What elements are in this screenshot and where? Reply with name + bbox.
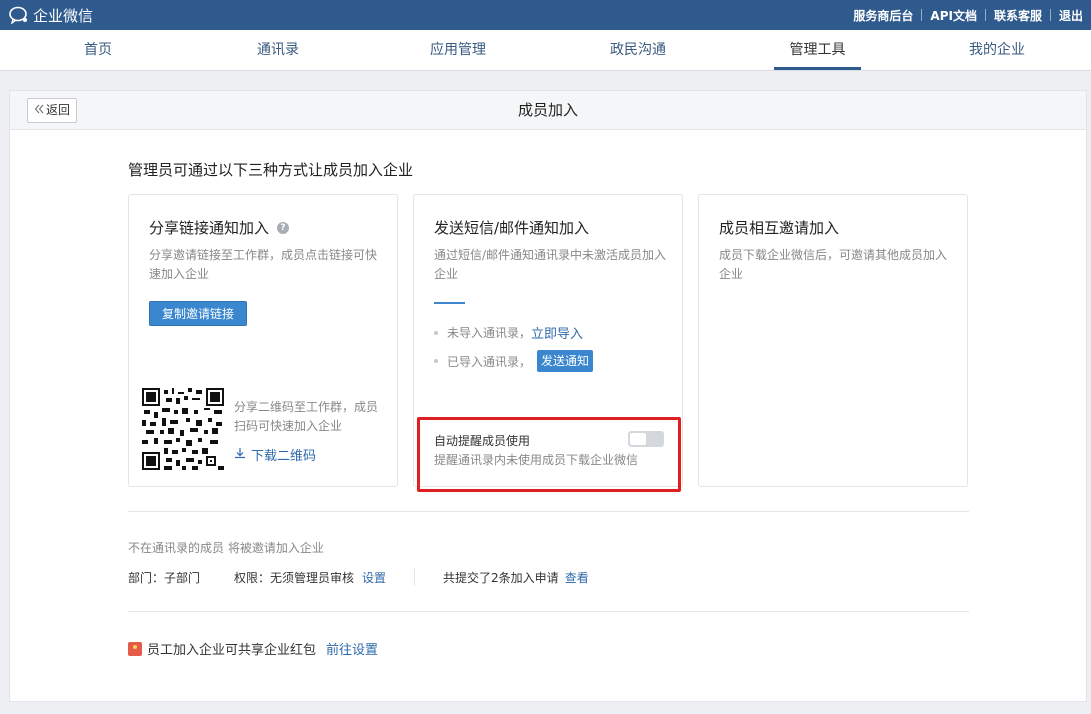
tab-management-tools[interactable]: 管理工具 [774, 30, 861, 70]
share-card-title: 分享链接通知加入 ? [149, 217, 290, 238]
red-packet-text: 员工加入企业可共享企业红包 [147, 643, 317, 658]
invite-card-title: 成员相互邀请加入 [719, 219, 840, 237]
imported-row: 已导入通讯录， 发送通知 [434, 350, 594, 372]
not-imported-text: 未导入通讯录， [447, 326, 532, 340]
tab-my-company[interactable]: 我的企业 [952, 30, 1042, 70]
sms-card-title: 发送短信/邮件通知加入 [434, 219, 590, 237]
contact-support-link[interactable]: 联系客服 [986, 7, 1050, 24]
import-now-link[interactable]: 立即导入 [531, 323, 583, 342]
back-label: 返回 [46, 103, 71, 117]
join-settings-row: 部门：子部门 权限：无须管理员审核 设置 共提交了2条加入申请 查看 [128, 568, 589, 586]
divider [128, 511, 969, 512]
red-packet-icon [128, 641, 142, 656]
permission-settings-link[interactable]: 设置 [362, 569, 386, 586]
department-text: 部门：子部门 [128, 570, 201, 585]
tab-contacts[interactable]: 通讯录 [233, 30, 323, 70]
red-packet-row: 员工加入企业可共享企业红包 前往设置 [128, 639, 378, 658]
invite-note: 不在通讯录的成员 将被邀请加入企业 [128, 541, 324, 555]
view-applications-link[interactable]: 查看 [565, 569, 589, 586]
applications-text: 共提交了2条加入申请 [443, 570, 559, 585]
mutual-invite-card: 成员相互邀请加入 成员下载企业微信后，可邀请其他成员加入企业 [698, 194, 968, 487]
separator [414, 568, 416, 586]
back-button[interactable]: 返回 [27, 98, 78, 123]
bullet-icon [434, 359, 438, 363]
member-join-panel: 成员加入 返回 管理员可通过以下三种方式让成员加入企业 分享链接通知加入 ? 分… [9, 90, 1087, 702]
intro-text: 管理员可通过以下三种方式让成员加入企业 [128, 161, 414, 179]
top-bar: 企业微信 服务商后台 API文档 联系客服 退出 [0, 0, 1091, 30]
top-links: 服务商后台 API文档 联系客服 退出 [845, 0, 1091, 30]
share-link-card: 分享链接通知加入 ? 分享邀请链接至工作群，成员点击链接可快速加入企业 复制邀请… [128, 194, 398, 487]
imported-text: 已导入通讯录， [447, 354, 532, 369]
not-imported-row: 未导入通讯录， 立即导入 [434, 323, 583, 342]
active-tab-indicator [774, 67, 861, 70]
share-card-desc: 分享邀请链接至工作群，成员点击链接可快速加入企业 [149, 248, 378, 281]
logout-link[interactable]: 退出 [1051, 7, 1091, 24]
sms-card-desc: 通过短信/邮件通知通讯录中未激活成员加入企业 [434, 248, 667, 281]
divider [128, 611, 969, 612]
tab-home[interactable]: 首页 [53, 30, 143, 70]
share-card-title-text: 分享链接通知加入 [149, 219, 270, 237]
app-name: 企业微信 [33, 6, 94, 25]
api-docs-link[interactable]: API文档 [922, 7, 985, 24]
auto-remind-desc: 提醒通讯录内未使用成员下载企业微信 [434, 453, 639, 467]
help-icon[interactable]: ? [277, 221, 290, 234]
send-notice-button[interactable]: 发送通知 [537, 350, 594, 372]
bullet-icon [434, 330, 438, 335]
service-provider-link[interactable]: 服务商后台 [845, 7, 921, 24]
tab-government-communication[interactable]: 政民沟通 [593, 30, 683, 70]
page-title: 成员加入 [517, 101, 578, 119]
invite-card-desc: 成员下载企业微信后，可邀请其他成员加入企业 [719, 248, 948, 281]
download-qr-label: 下载二维码 [251, 449, 317, 464]
double-chevron-left-icon [34, 99, 44, 122]
panel-header: 成员加入 返回 [10, 91, 1086, 130]
toggle-knob [630, 433, 646, 445]
auto-remind-toggle[interactable] [628, 431, 664, 447]
permission-text: 权限：无须管理员审核 [234, 570, 355, 585]
auto-remind-title: 自动提醒成员使用 [434, 434, 531, 448]
copy-invite-link-button[interactable]: 复制邀请链接 [149, 301, 247, 326]
wecom-logo-icon [9, 6, 29, 24]
qr-code-icon [142, 388, 224, 470]
download-qr-link[interactable]: 下载二维码 [234, 445, 316, 464]
qr-desc: 分享二维码至工作群，成员扫码可快速加入企业 [234, 400, 379, 433]
download-icon [234, 447, 246, 463]
main-nav: 首页 通讯录 应用管理 政民沟通 管理工具 我的企业 [0, 30, 1091, 71]
auto-remind-section: 自动提醒成员使用 提醒通讯录内未使用成员下载企业微信 [417, 417, 681, 492]
tab-app-management[interactable]: 应用管理 [413, 30, 503, 70]
go-settings-link[interactable]: 前往设置 [326, 639, 378, 658]
app-logo[interactable]: 企业微信 [9, 4, 93, 26]
divider-accent [434, 302, 465, 304]
